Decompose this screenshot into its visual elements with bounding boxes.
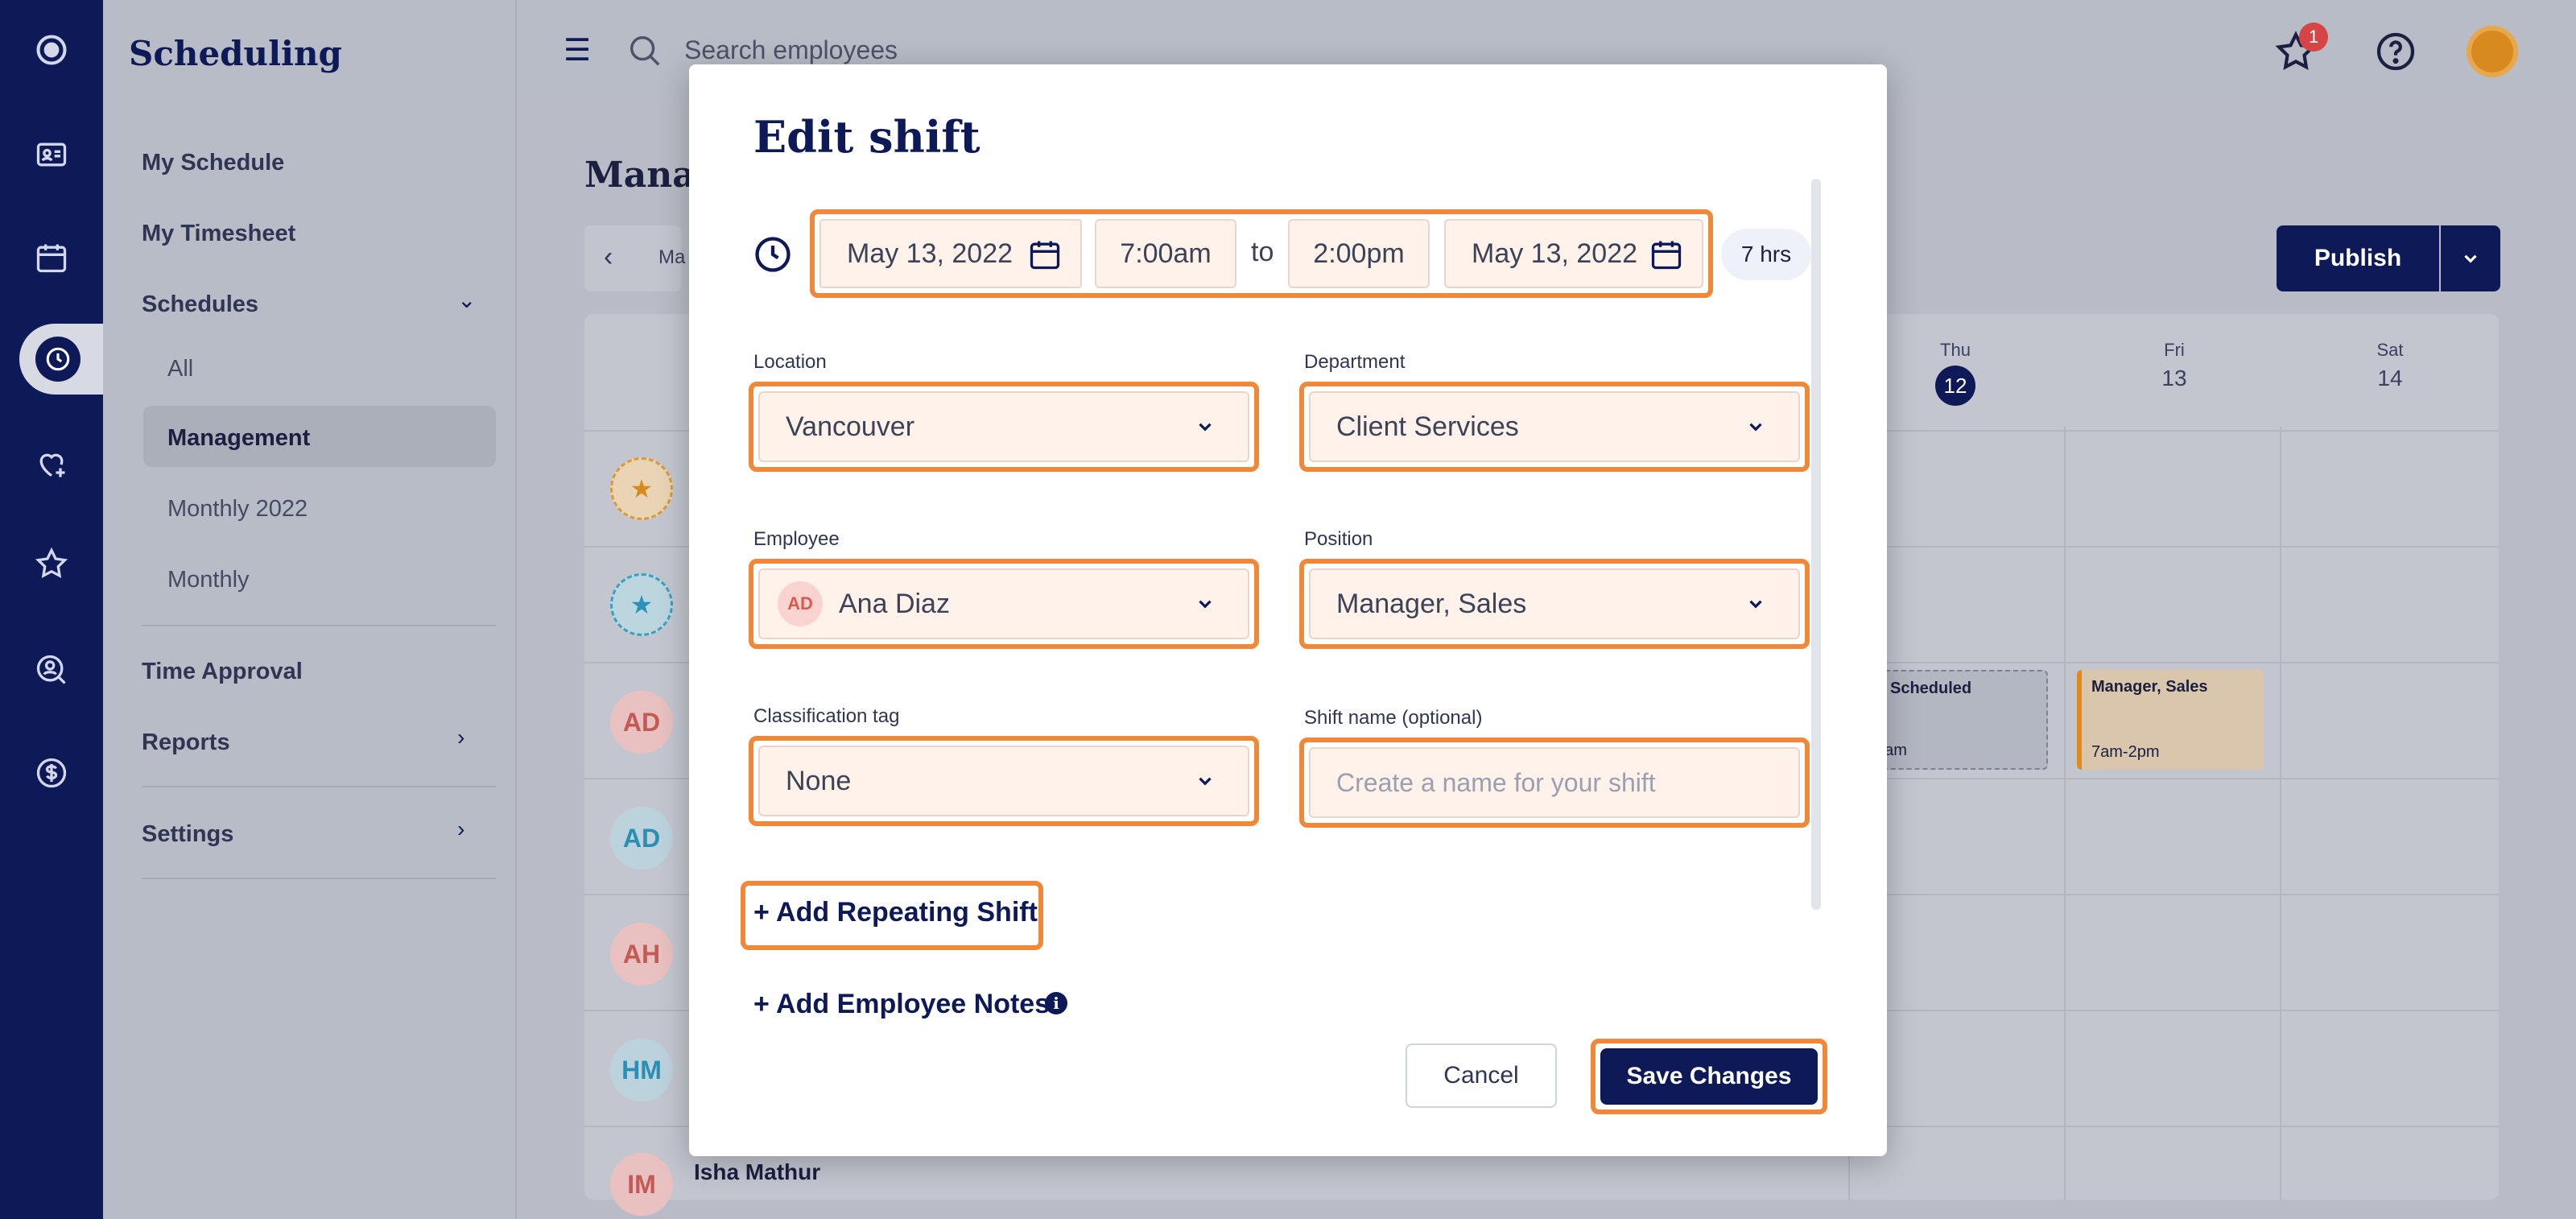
clock-icon — [752, 233, 794, 275]
search-icon — [626, 32, 663, 69]
nav-schedules-management[interactable]: Management — [167, 425, 310, 452]
grid-divider — [2064, 427, 2066, 1200]
chevron-down-icon — [1749, 600, 1762, 609]
notification-badge: 1 — [2299, 23, 2328, 52]
star-icon[interactable] — [26, 538, 77, 589]
calendar-icon[interactable] — [1027, 237, 1063, 272]
app-rail — [0, 0, 103, 1219]
classification-label: Classification tag — [753, 705, 900, 727]
department-label: Department — [1304, 351, 1406, 373]
heart-plus-icon[interactable] — [26, 438, 77, 490]
calendar-icon[interactable] — [26, 232, 77, 283]
employee-select[interactable]: AD Ana Diaz — [758, 568, 1249, 639]
employee-label: Employee — [753, 528, 840, 550]
end-time-field[interactable]: 2:00pm — [1288, 219, 1430, 288]
cancel-button[interactable]: Cancel — [1406, 1043, 1557, 1108]
logo-icon[interactable] — [26, 24, 77, 76]
start-time-field[interactable]: 7:00am — [1095, 219, 1236, 288]
duration-badge: 7 hrs — [1721, 229, 1811, 280]
employee-name: Isha Mathur — [694, 1159, 821, 1184]
avatar: AD — [610, 691, 673, 754]
calendar-icon[interactable] — [1649, 237, 1684, 272]
department-select[interactable]: Client Services — [1309, 391, 1800, 462]
location-select[interactable]: Vancouver — [758, 391, 1249, 462]
shift-card[interactable]: Manager, Sales 7am-2pm — [2077, 670, 2264, 770]
user-avatar[interactable] — [2467, 26, 2518, 77]
publish-options-button[interactable] — [2441, 225, 2500, 291]
classification-select[interactable]: None — [758, 746, 1249, 816]
available-shift-star-icon: ★ — [610, 573, 673, 636]
search-input[interactable]: Search employees — [684, 35, 898, 65]
nav-time-approval[interactable]: Time Approval — [142, 659, 303, 685]
end-date-field[interactable]: May 13, 2022 — [1444, 219, 1703, 288]
nav-reports[interactable]: Reports — [142, 729, 230, 756]
chevron-down-icon — [1199, 600, 1212, 609]
chevron-down-icon — [1749, 423, 1762, 432]
chevron-down-icon[interactable]: ⌄ — [457, 287, 476, 313]
nav-schedules-all[interactable]: All — [167, 356, 193, 382]
nav-settings[interactable]: Settings — [142, 821, 233, 848]
clock-icon — [35, 337, 80, 382]
chevron-down-icon — [1199, 423, 1212, 432]
nav-divider — [142, 878, 496, 879]
add-repeating-shift-link[interactable]: + Add Repeating Shift — [753, 897, 1038, 928]
id-card-icon[interactable] — [26, 129, 77, 180]
nav-schedules-monthly-2022[interactable]: Monthly 2022 — [167, 496, 308, 523]
shift-name-input[interactable]: Create a name for your shift — [1309, 747, 1800, 818]
location-label: Location — [753, 351, 827, 373]
position-select[interactable]: Manager, Sales — [1309, 568, 1800, 639]
to-label: to — [1251, 237, 1274, 267]
info-icon[interactable]: i — [1045, 992, 1067, 1014]
nav-schedules[interactable]: Schedules — [142, 291, 258, 318]
rail-item-active[interactable] — [19, 324, 103, 395]
add-employee-notes-link[interactable]: + Add Employee Notes — [753, 989, 1050, 1020]
side-navigation: Scheduling My Schedule My Timesheet Sche… — [103, 0, 517, 1219]
date-navigator[interactable]: ‹ Ma — [584, 225, 685, 291]
help-icon[interactable] — [2373, 29, 2418, 74]
chevron-right-icon[interactable]: › — [457, 725, 464, 750]
nav-divider — [142, 786, 496, 787]
nav-my-timesheet[interactable]: My Timesheet — [142, 221, 295, 247]
avatar: AD — [778, 581, 823, 626]
user-search-icon[interactable] — [26, 644, 77, 696]
chevron-down-icon — [1199, 777, 1212, 786]
save-changes-button[interactable]: Save Changes — [1600, 1048, 1818, 1105]
chevron-left-icon[interactable]: ‹ — [604, 242, 613, 273]
menu-icon[interactable]: ☰ — [564, 32, 591, 68]
open-shift-star-icon: ★ — [610, 457, 673, 520]
start-date-field[interactable]: May 13, 2022 — [819, 219, 1082, 288]
dialog-scrollbar[interactable] — [1811, 179, 1821, 910]
shift-card[interactable]: Scheduled 9am — [1864, 670, 2048, 770]
nav-schedules-monthly[interactable]: Monthly — [167, 567, 250, 593]
date-range-label: Ma — [658, 246, 686, 268]
day-header-thu: Thu 12 — [1895, 340, 2016, 406]
position-label: Position — [1304, 528, 1373, 550]
avatar: IM — [610, 1153, 673, 1216]
avatar: HM — [610, 1039, 673, 1101]
nav-divider — [142, 625, 496, 626]
chevron-down-icon — [2464, 254, 2477, 263]
day-header-sat: Sat 14 — [2376, 340, 2404, 390]
shift-name-label: Shift name (optional) — [1304, 707, 1483, 729]
nav-my-schedule[interactable]: My Schedule — [142, 150, 284, 176]
publish-button[interactable]: Publish — [2277, 225, 2439, 291]
avatar: AH — [610, 923, 673, 986]
grid-divider — [2280, 427, 2281, 1200]
dialog-title: Edit shift — [753, 111, 980, 163]
edit-shift-dialog: Edit shift May 13, 2022 7:00am to 2:00pm… — [689, 64, 1887, 1156]
chevron-right-icon[interactable]: › — [457, 816, 464, 842]
dollar-circle-icon[interactable] — [26, 747, 77, 799]
avatar: AD — [610, 807, 673, 870]
day-header-fri: Fri 13 — [2161, 340, 2187, 390]
app-title: Scheduling — [129, 34, 342, 73]
